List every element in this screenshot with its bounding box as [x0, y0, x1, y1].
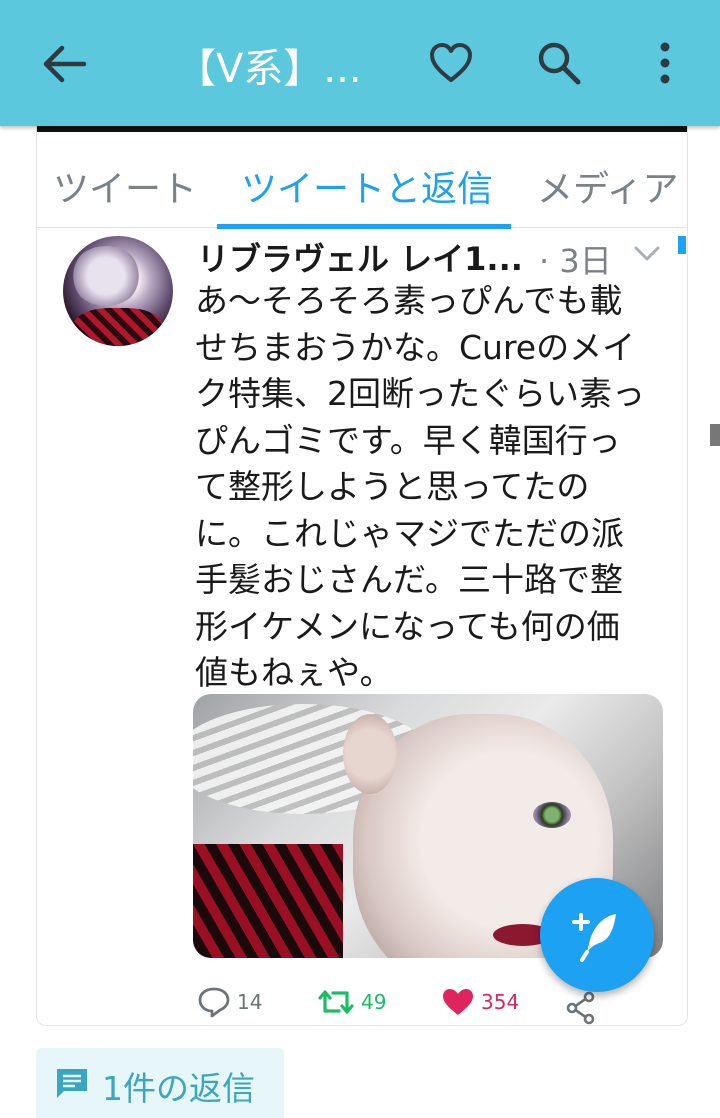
tweet-text-line: 形イケメンになっても何の価 — [195, 606, 620, 646]
tweet-text-line: ク特集、2回断ったぐらい素っ — [195, 374, 645, 413]
tab-tweets[interactable]: ツイート — [53, 160, 197, 212]
comment-icon — [57, 1069, 87, 1098]
share-icon — [566, 991, 595, 1025]
chevron-down-icon[interactable] — [633, 244, 661, 264]
photo-eye — [533, 802, 571, 828]
tweet-time: · 3日 — [539, 242, 612, 280]
photo-ear — [343, 714, 397, 794]
tweet-text-line: せちまおうかな。Cureのメイ — [195, 327, 636, 367]
avatar-hair — [71, 246, 141, 306]
heart-filled-icon — [443, 989, 473, 1015]
tab-tweets-and-replies[interactable]: ツイートと返信 — [241, 160, 493, 212]
avatar-coat — [73, 308, 163, 346]
retweet-count: 49 — [361, 990, 387, 1014]
tab-media[interactable]: メディア — [537, 160, 678, 212]
retweet-button[interactable]: 49 — [317, 982, 386, 1022]
avatar[interactable] — [63, 236, 173, 346]
photo-collar — [193, 844, 343, 958]
tweet-text-line: に。これじゃマジでただの派 — [195, 513, 624, 553]
retweet-icon — [318, 990, 354, 1014]
reply-button[interactable]: 14 — [197, 982, 262, 1022]
page-title: 【V系】... — [176, 46, 362, 92]
view-replies-button[interactable]: 1件の返信 — [36, 1048, 284, 1118]
reply-count: 14 — [237, 990, 263, 1014]
profile-tabs: ツイート ツイートと返信 メディア — [37, 132, 687, 229]
tweet-text-line: 値もねぇや。 — [195, 653, 393, 692]
share-button[interactable] — [565, 988, 597, 1028]
tweet-author[interactable]: リブラヴェル レイ1... — [197, 234, 523, 280]
search-icon[interactable] — [536, 40, 582, 86]
back-arrow-icon[interactable] — [40, 42, 88, 86]
tweet-text: あ〜そろそろ素っぴんでも載 せちまおうかな。Cureのメイ ク特集、2回断ったぐ… — [195, 278, 665, 697]
compose-tweet-button[interactable] — [540, 878, 654, 992]
replies-count-label: 1件の返信 — [102, 1069, 255, 1108]
like-button[interactable]: 354 — [441, 982, 519, 1022]
tweet-text-line: あ〜そろそろ素っぴんでも載 — [195, 281, 623, 320]
heart-outline-icon[interactable] — [428, 42, 474, 84]
scrollbar-thumb[interactable] — [678, 236, 686, 254]
tweet-text-line: 手髪おじさんだ。三十路で整 — [195, 560, 624, 599]
like-count: 354 — [481, 990, 520, 1014]
app-bar: 【V系】... — [0, 0, 720, 126]
edge-handle[interactable] — [710, 424, 720, 446]
reply-icon — [198, 987, 230, 1018]
tweet-text-line: ぴんゴミです。早く韓国行っ — [195, 420, 621, 460]
active-tab-indicator — [217, 224, 511, 229]
more-vert-icon[interactable] — [652, 40, 678, 86]
tweet-text-line: て整形しようと思ってたの — [195, 467, 590, 506]
compose-tweet-icon — [572, 913, 616, 962]
